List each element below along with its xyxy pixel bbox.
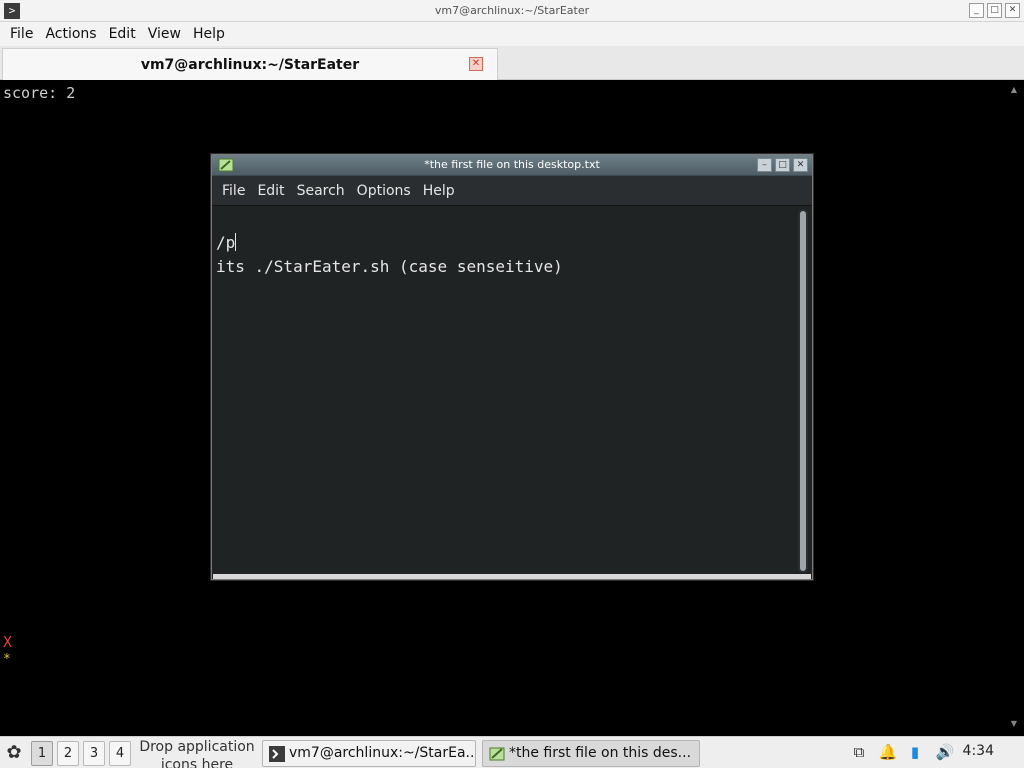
editor-close-button[interactable]: ✕ <box>793 158 808 172</box>
scroll-up-icon[interactable]: ▲ <box>1008 84 1020 96</box>
menu-view[interactable]: View <box>142 26 187 42</box>
usb-device-icon[interactable]: ▮ <box>906 743 924 763</box>
editor-menu-edit[interactable]: Edit <box>251 183 290 199</box>
workspace-3[interactable]: 3 <box>83 741 105 766</box>
scroll-down-icon[interactable]: ▼ <box>1008 718 1020 730</box>
menu-edit[interactable]: Edit <box>103 26 142 42</box>
volume-icon[interactable]: 🔊 <box>934 743 956 763</box>
minimize-button[interactable]: _ <box>969 3 984 18</box>
menu-file[interactable]: File <box>4 26 39 42</box>
editor-line-1: /p <box>216 233 237 252</box>
task-terminal-label: vm7@archlinux:~/StarEa... <box>289 745 476 761</box>
quicklaunch-drop-hint: Drop application icons here <box>139 739 255 768</box>
menu-help[interactable]: Help <box>187 26 231 42</box>
workspace-1[interactable]: 1 <box>31 741 53 766</box>
editor-menu-search[interactable]: Search <box>291 183 351 199</box>
menu-actions[interactable]: Actions <box>39 26 102 42</box>
editor-window-title: *the first file on this desktop.txt <box>424 158 600 171</box>
terminal-scrollbar[interactable]: ▲ ▼ <box>1006 82 1022 732</box>
editor-horizontal-scrollbar[interactable] <box>213 574 811 579</box>
editor-menu-file[interactable]: File <box>216 183 251 199</box>
editor-text-area[interactable]: /p its ./StarEater.sh (case senseitive) <box>213 207 795 575</box>
start-menu-icon[interactable]: ✿ <box>2 741 26 765</box>
editor-vertical-scrollbar[interactable] <box>798 209 808 573</box>
workspace-4[interactable]: 4 <box>109 741 131 766</box>
close-button[interactable]: ✕ <box>1005 3 1020 18</box>
text-editor-icon <box>489 747 505 761</box>
clock[interactable]: 4:34 <box>963 743 994 759</box>
editor-maximize-button[interactable]: □ <box>775 158 790 172</box>
terminal-tabbar: vm7@archlinux:~/StarEater ✕ <box>0 46 1024 80</box>
terminal-menubar: File Actions Edit View Help <box>0 22 1024 46</box>
taskbar: ✿ 1 2 3 4 Drop application icons here vm… <box>0 736 1024 768</box>
player-sprite: X <box>3 633 13 651</box>
editor-menubar: File Edit Search Options Help <box>212 176 812 206</box>
star-sprite: * <box>3 652 11 667</box>
text-editor-window[interactable]: *the first file on this desktop.txt – □ … <box>211 154 813 580</box>
editor-minimize-button[interactable]: – <box>757 158 772 172</box>
workspace-2[interactable]: 2 <box>57 741 79 766</box>
show-desktop-icon[interactable]: ⧉ <box>848 743 870 763</box>
terminal-icon <box>269 746 285 762</box>
editor-menu-options[interactable]: Options <box>351 183 417 199</box>
task-terminal[interactable]: vm7@archlinux:~/StarEa... <box>262 740 476 767</box>
terminal-tab[interactable]: vm7@archlinux:~/StarEater ✕ <box>2 48 498 80</box>
tab-close-icon[interactable]: ✕ <box>469 57 483 71</box>
score-text: score: 2 <box>3 84 76 102</box>
editor-menu-help[interactable]: Help <box>417 183 461 199</box>
editor-line-2: its ./StarEater.sh (case senseitive) <box>216 257 563 276</box>
text-caret <box>235 233 237 251</box>
task-text-editor[interactable]: *the first file on this des... <box>482 740 700 767</box>
editor-scroll-thumb[interactable] <box>800 211 806 571</box>
maximize-button[interactable]: □ <box>987 3 1002 18</box>
terminal-window-title: vm7@archlinux:~/StarEater <box>434 4 590 17</box>
editor-titlebar[interactable]: *the first file on this desktop.txt – □ … <box>212 155 812 176</box>
task-editor-label: *the first file on this des... <box>509 745 692 761</box>
notification-bell-icon[interactable]: 🔔 <box>878 743 898 763</box>
terminal-titlebar: > vm7@archlinux:~/StarEater _ □ ✕ <box>0 0 1024 22</box>
terminal-tab-label: vm7@archlinux:~/StarEater <box>140 57 360 73</box>
